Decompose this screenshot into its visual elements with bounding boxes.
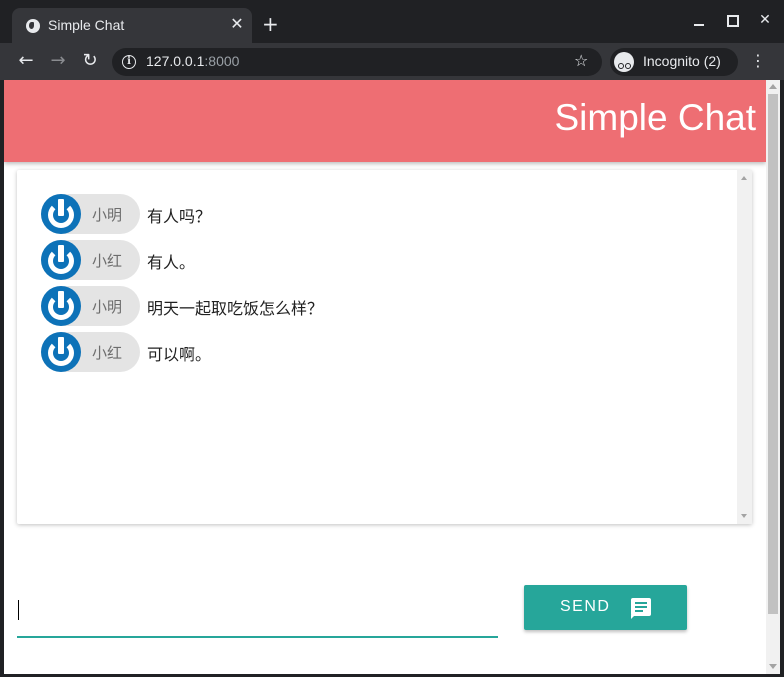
incognito-indicator[interactable]: Incognito (2) (610, 48, 738, 76)
incognito-label: Incognito (2) (643, 53, 721, 69)
browser-tab[interactable]: Simple Chat ✕ (12, 8, 252, 43)
user-name: 小明 (92, 298, 123, 316)
chat-message: 小明 明天一起取吃饭怎么样？ (41, 284, 681, 326)
send-button[interactable]: SEND (524, 585, 687, 630)
avatar (41, 286, 81, 326)
back-arrow-icon[interactable]: ← (14, 49, 38, 73)
tab-close-icon[interactable]: ✕ (228, 14, 246, 34)
url-text[interactable]: 127.0.0.1:8000 (146, 53, 239, 69)
scroll-up-arrow-icon[interactable] (769, 84, 777, 89)
globe-icon (26, 19, 40, 33)
chat-message: 小明 有人吗？ (41, 192, 681, 234)
user-chip: 小明 (41, 286, 140, 326)
avatar (41, 240, 81, 280)
user-chip: 小红 (41, 240, 140, 280)
input-underline (17, 636, 498, 638)
new-tab-button[interactable]: + (262, 14, 279, 34)
user-name: 小明 (92, 206, 123, 224)
url-port: :8000 (204, 53, 240, 69)
app-header: Simple Chat (4, 80, 766, 162)
reload-icon[interactable]: ↻ (78, 49, 102, 73)
page-viewport: Simple Chat 小明 有人吗？ 小红 有人。 小明 明天一起取吃饭怎么样… (4, 80, 766, 674)
message-icon (631, 598, 651, 619)
avatar (41, 194, 81, 234)
chat-message: 小红 有人。 (41, 238, 681, 280)
tab-title: Simple Chat (48, 17, 125, 33)
page-title: Simple Chat (554, 97, 756, 138)
chat-log[interactable]: 小明 有人吗？ 小红 有人。 小明 明天一起取吃饭怎么样？ 小红 可以啊。 (17, 170, 752, 524)
message-text: 可以啊。 (147, 345, 212, 364)
chat-scrollbar[interactable] (737, 170, 752, 524)
message-input-field (17, 578, 498, 640)
avatar (41, 332, 81, 372)
scroll-down-arrow-icon[interactable] (741, 514, 747, 518)
page-scrollbar[interactable] (766, 80, 780, 674)
text-caret (18, 600, 19, 620)
message-text: 有人吗？ (147, 207, 212, 226)
message-text: 有人。 (147, 253, 196, 272)
browser-menu-icon[interactable]: ⋮ (750, 51, 766, 71)
info-icon[interactable]: i (122, 55, 136, 69)
incognito-icon (614, 52, 634, 72)
bookmark-star-icon[interactable]: ☆ (574, 51, 588, 70)
message-input[interactable] (17, 596, 498, 636)
user-chip: 小红 (41, 332, 140, 372)
send-button-label: SEND (560, 598, 611, 615)
chat-message: 小红 可以啊。 (41, 330, 681, 372)
user-name: 小红 (92, 252, 123, 270)
user-chip: 小明 (41, 194, 140, 234)
scroll-up-arrow-icon[interactable] (741, 176, 747, 180)
browser-titlebar: Simple Chat ✕ + ✕ (0, 0, 784, 43)
message-text: 明天一起取吃饭怎么样？ (147, 299, 324, 318)
window-close-icon[interactable]: ✕ (754, 10, 776, 30)
scroll-down-arrow-icon[interactable] (769, 664, 777, 669)
user-name: 小红 (92, 344, 123, 362)
forward-arrow-icon[interactable]: → (46, 49, 70, 73)
scrollbar-thumb[interactable] (768, 94, 778, 614)
browser-toolbar: ← → ↻ i 127.0.0.1:8000 ☆ Incognito (2) ⋮ (0, 43, 784, 80)
address-bar[interactable]: i 127.0.0.1:8000 ☆ (112, 48, 602, 76)
url-host: 127.0.0.1 (146, 53, 205, 69)
